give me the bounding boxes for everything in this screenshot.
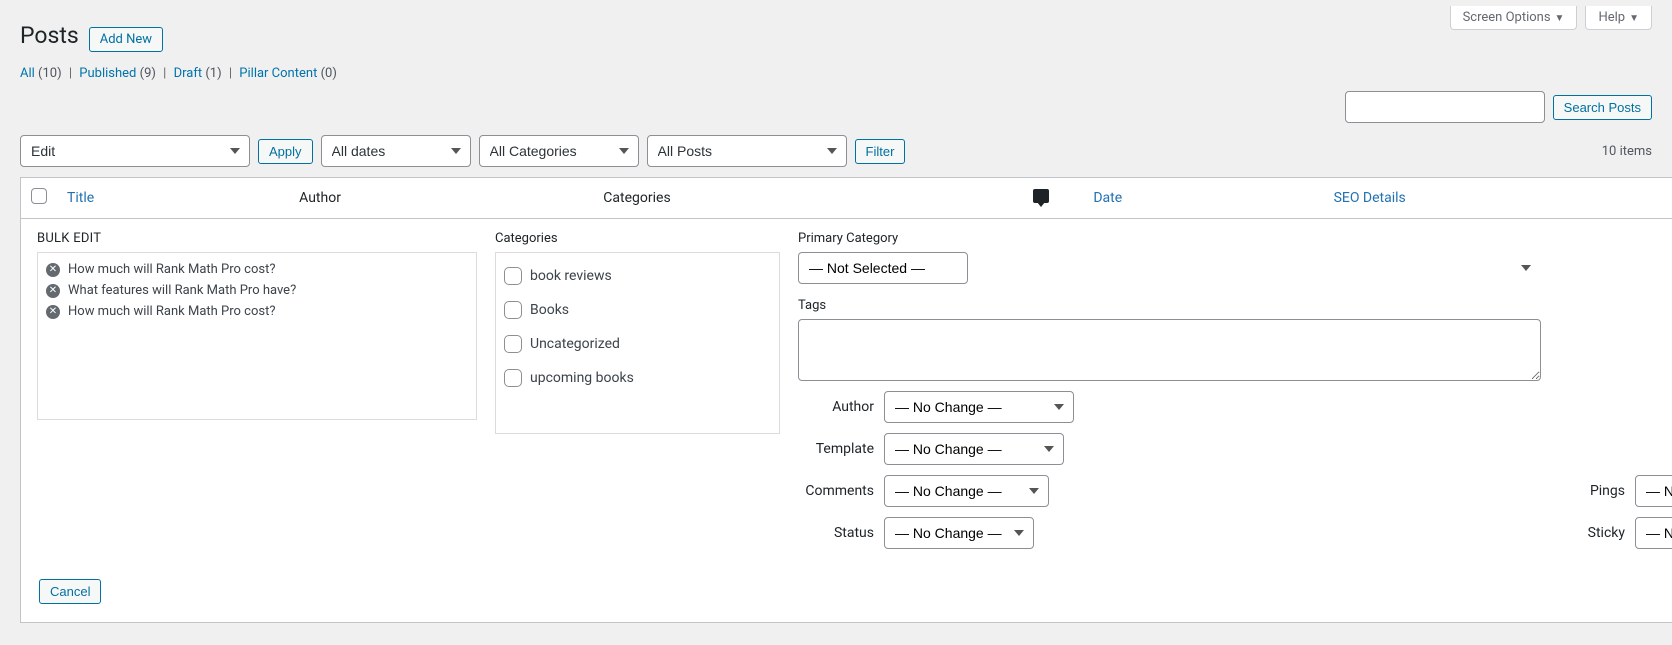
primary-category-select[interactable]: — Not Selected — bbox=[798, 252, 968, 284]
bulk-item: ✕What features will Rank Math Pro have? bbox=[46, 280, 468, 301]
page-title: Posts bbox=[20, 22, 79, 49]
add-new-button[interactable]: Add New bbox=[89, 27, 163, 52]
category-checkbox[interactable] bbox=[504, 335, 522, 353]
categories-listbox[interactable]: book reviews Books Uncategorized upcomin… bbox=[495, 252, 780, 434]
author-select[interactable]: — No Change — bbox=[884, 391, 1074, 423]
posts-filter-select[interactable]: All Posts bbox=[647, 135, 847, 167]
category-filter-select[interactable]: All Categories bbox=[479, 135, 639, 167]
date-filter-select[interactable]: All dates bbox=[321, 135, 471, 167]
chevron-down-icon: ▼ bbox=[1629, 13, 1639, 24]
category-option: Uncategorized bbox=[504, 327, 771, 361]
post-status-filters: All (10) | Published (9) | Draft (1) | P… bbox=[20, 66, 1652, 81]
remove-icon[interactable]: ✕ bbox=[46, 284, 60, 298]
items-count: 10 items bbox=[1602, 144, 1652, 159]
filter-all[interactable]: All bbox=[20, 66, 35, 81]
bulk-item: ✕How much will Rank Math Pro cost? bbox=[46, 301, 468, 322]
filter-button[interactable]: Filter bbox=[855, 139, 906, 164]
remove-icon[interactable]: ✕ bbox=[46, 263, 60, 277]
bulk-action-select[interactable]: Edit bbox=[20, 135, 250, 167]
bulk-edit-legend: BULK EDIT bbox=[37, 231, 477, 246]
bulk-items-listbox[interactable]: ✕How much will Rank Math Pro cost? ✕What… bbox=[37, 252, 477, 420]
category-checkbox[interactable] bbox=[504, 369, 522, 387]
help-tab[interactable]: Help▼ bbox=[1585, 6, 1652, 30]
chevron-down-icon: ▼ bbox=[1555, 13, 1565, 24]
search-input[interactable] bbox=[1345, 91, 1545, 123]
category-checkbox[interactable] bbox=[504, 301, 522, 319]
filter-draft[interactable]: Draft bbox=[174, 66, 203, 81]
screen-options-tab[interactable]: Screen Options▼ bbox=[1450, 6, 1578, 30]
select-all-checkbox[interactable] bbox=[31, 188, 47, 204]
category-option: upcoming books bbox=[504, 361, 771, 395]
pings-select[interactable]: — No Change — bbox=[1635, 475, 1672, 507]
category-option: Books bbox=[504, 293, 771, 327]
status-select[interactable]: — No Change — bbox=[884, 517, 1034, 549]
col-categories[interactable]: Categories bbox=[593, 178, 1023, 219]
bulk-item: ✕How much will Rank Math Pro cost? bbox=[46, 259, 468, 280]
tags-label: Tags bbox=[798, 298, 1541, 313]
comments-icon[interactable] bbox=[1033, 189, 1049, 203]
col-title[interactable]: Title bbox=[57, 178, 289, 219]
filter-published[interactable]: Published bbox=[79, 66, 136, 81]
categories-legend: Categories bbox=[495, 231, 780, 246]
col-seo[interactable]: SEO Details bbox=[1324, 178, 1672, 219]
apply-button[interactable]: Apply bbox=[258, 139, 313, 164]
template-select[interactable]: — No Change — bbox=[884, 433, 1064, 465]
remove-icon[interactable]: ✕ bbox=[46, 305, 60, 319]
cancel-button[interactable]: Cancel bbox=[39, 579, 101, 604]
primary-category-label: Primary Category bbox=[798, 231, 1541, 246]
col-author[interactable]: Author bbox=[289, 178, 593, 219]
search-posts-button[interactable]: Search Posts bbox=[1553, 95, 1652, 120]
comments-select[interactable]: — No Change — bbox=[884, 475, 1049, 507]
category-option: book reviews bbox=[504, 259, 771, 293]
sticky-select[interactable]: — No Change — bbox=[1635, 517, 1672, 549]
col-date[interactable]: Date bbox=[1083, 178, 1323, 219]
tags-input[interactable] bbox=[798, 319, 1541, 381]
filter-pillar[interactable]: Pillar Content bbox=[239, 66, 317, 81]
category-checkbox[interactable] bbox=[504, 267, 522, 285]
